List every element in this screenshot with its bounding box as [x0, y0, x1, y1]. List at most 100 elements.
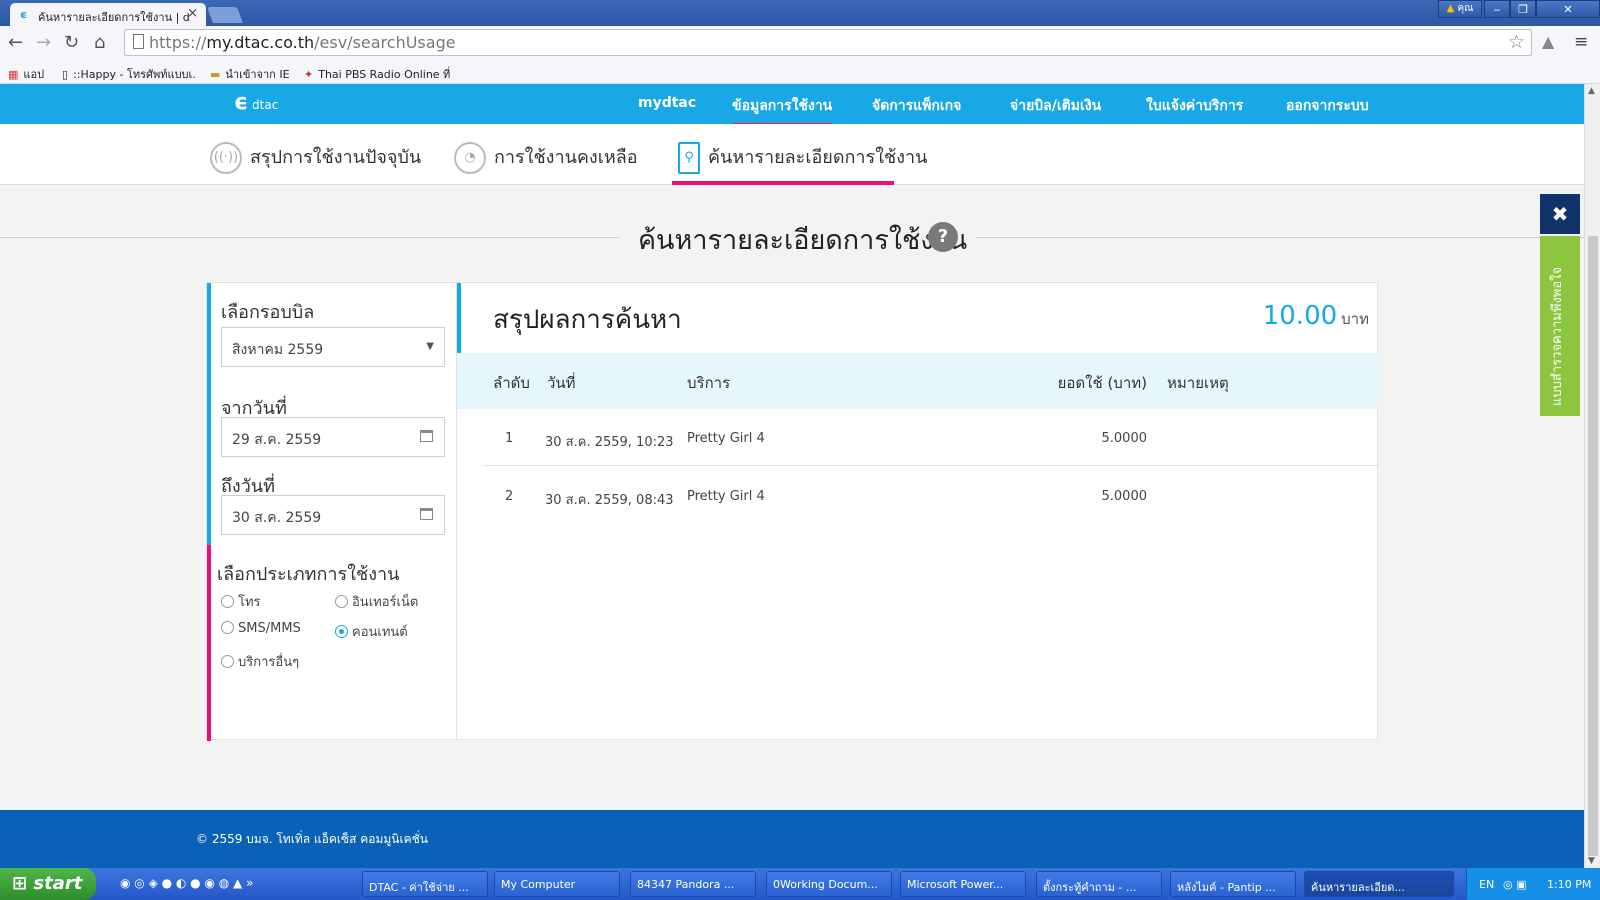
to-date-field[interactable]: 30 ส.ค. 2559	[221, 495, 445, 535]
taskbar-item[interactable]: ตั้งกระทู้คำถาม - ...	[1036, 871, 1162, 897]
nav-invoice[interactable]: ใบแจ้งค่าบริการ	[1146, 95, 1243, 117]
bill-cycle-select[interactable]: สิงหาคม 2559 ▼	[221, 327, 445, 367]
close-window-button[interactable]: ✕	[1536, 0, 1600, 18]
chrome-menu-icon[interactable]: ≡	[1574, 32, 1588, 52]
bookmark-star-icon[interactable]: ☆	[1508, 31, 1525, 53]
row-service: Pretty Girl 4	[687, 489, 765, 504]
taskbar-item[interactable]: หลังไมค์ - Pantip ...	[1170, 871, 1296, 897]
quick-launch: ◉ ◎ ◈ ● ◐ ● ◉ ◍ ▲ »	[120, 876, 253, 890]
warning-icon: ▲	[1446, 3, 1455, 14]
tray-icons[interactable]: ◎ ▣	[1503, 878, 1527, 891]
tab-remaining-usage[interactable]: ◔ การใช้งานคงเหลือ	[454, 136, 638, 185]
nav-logout[interactable]: ออกจากระบบ	[1286, 95, 1369, 117]
scroll-down-arrow-icon[interactable]: ▼	[1588, 856, 1595, 866]
chrome-user-button[interactable]: ▲ คุณ	[1438, 0, 1482, 18]
row-no: 1	[505, 431, 514, 446]
bookmark-ie-import[interactable]: ▬ นำเข้าจาก IE	[210, 65, 290, 83]
nav-pay-bill[interactable]: จ่ายบิล/เติมเงิน	[1010, 95, 1101, 117]
tab-search-usage-details[interactable]: ⚲ ค้นหารายละเอียดการใช้งาน	[672, 136, 927, 185]
tab-current-usage-summary[interactable]: ((·)) สรุปการใช้งานปัจจุบัน	[210, 136, 421, 185]
results-accent-blue	[457, 283, 461, 353]
radio-content[interactable]: คอนเทนต์	[335, 621, 408, 642]
search-results-panel: สรุปผลการค้นหา 10.00 บาท ลำดับ วันที่ บริ…	[457, 283, 1379, 741]
filter-panel: เลือกรอบบิล สิงหาคม 2559 ▼ จากวันที่ 29 …	[207, 283, 457, 741]
taskbar-item[interactable]: Microsoft Power...	[900, 871, 1026, 897]
total-currency: บาท	[1341, 310, 1369, 328]
url-text: https://my.dtac.co.th/esv/searchUsage	[149, 33, 456, 52]
radio-dot	[221, 655, 234, 668]
table-row: 2 30 ส.ค. 2559, 08:43 Pretty Girl 4 5.00…	[483, 467, 1379, 524]
page-header: ค้นหารายละเอียดการใช้งาน ?	[0, 214, 1584, 260]
quick-launch-icon[interactable]: ◉ ◎ ◈ ● ◐ ● ◉ ◍ ▲	[120, 876, 242, 890]
feedback-close-icon[interactable]: ✖	[1540, 194, 1580, 234]
filter-accent-blue	[207, 283, 211, 545]
bookmark-apps[interactable]: ▦ แอป	[8, 65, 44, 83]
bookmark-thaipbs[interactable]: ✦ Thai PBS Radio Online ที่	[304, 65, 450, 83]
nav-manage-package[interactable]: จัดการแพ็กเกจ	[872, 95, 961, 117]
nav-usage-info[interactable]: ข้อมูลการใช้งาน	[732, 95, 833, 126]
dtac-logo[interactable]: ϵ dtac	[234, 90, 278, 115]
taskbar-item[interactable]: 0Working Docum...	[766, 871, 892, 897]
site-top-nav: ϵ dtac mydtac ข้อมูลการใช้งาน จัดการแพ็ก…	[0, 84, 1584, 126]
browser-tab-title: ค้นหารายละเอียดการใช้งาน | d	[38, 11, 190, 24]
home-icon[interactable]: ⌂	[94, 32, 105, 53]
clock: 1:10 PM	[1547, 878, 1592, 891]
nav-mydtac[interactable]: mydtac	[638, 95, 696, 111]
radio-dot	[335, 595, 348, 608]
back-arrow-icon[interactable]: ←	[8, 32, 23, 53]
bookmark-happy[interactable]: ▯::Happy - โทรศัพท์แบบเ...	[62, 65, 196, 83]
tab-close-icon[interactable]: ×	[187, 6, 198, 21]
system-tray: EN ◎ ▣ 1:10 PM	[1466, 868, 1600, 900]
browser-tab-strip: ϵ ค้นหารายละเอียดการใช้งาน | d × ▲ คุณ ‒…	[0, 0, 1600, 26]
forward-arrow-icon[interactable]: →	[36, 32, 51, 53]
reload-icon[interactable]: ↻	[64, 32, 79, 53]
scroll-up-arrow-icon[interactable]: ▲	[1588, 86, 1595, 96]
scrollbar-thumb[interactable]	[1588, 236, 1598, 856]
taskbar-item[interactable]: DTAC - ค่าใช้จ่าย ...	[362, 871, 488, 897]
page-scrollbar[interactable]: ▲ ▼	[1584, 84, 1600, 868]
row-amount: 5.0000	[1101, 489, 1148, 504]
radio-call[interactable]: โทร	[221, 591, 261, 612]
minimize-button[interactable]: ‒	[1484, 0, 1510, 18]
taskbar-item[interactable]: 84347 Pandora ...	[630, 871, 756, 897]
col-service: บริการ	[687, 374, 731, 392]
radio-sms-mms[interactable]: SMS/MMS	[221, 621, 301, 636]
radio-icon: ✦	[304, 68, 314, 81]
folder-icon: ▬	[210, 68, 221, 81]
page-viewport: ϵ dtac mydtac ข้อมูลการใช้งาน จัดการแพ็ก…	[0, 84, 1584, 868]
radio-dot-selected	[335, 625, 348, 638]
bookmarks-bar: ▦ แอป ▯::Happy - โทรศัพท์แบบเ... ▬ นำเข้าจ…	[0, 60, 1600, 84]
taskbar-item[interactable]: My Computer	[494, 871, 620, 897]
from-date-field[interactable]: 29 ส.ค. 2559	[221, 417, 445, 457]
site-footer: © 2559 บมจ. โทเทิ่ล แอ็คเซ็ส คอมมูนิเคชั…	[0, 810, 1584, 868]
usage-sub-nav: ((·)) สรุปการใช้งานปัจจุบัน ◔ การใช้งานคงเ…	[0, 124, 1584, 185]
col-no: ลำดับ	[493, 374, 530, 392]
start-button[interactable]: ⊞ start	[0, 868, 96, 900]
page-icon: ▯	[62, 68, 69, 81]
feedback-survey-label: แบบสำรวจความพึงพอใจ	[1550, 266, 1565, 406]
help-icon[interactable]: ?	[928, 222, 958, 252]
total-amount: 10.00	[1262, 301, 1338, 331]
new-tab-button[interactable]	[207, 7, 243, 23]
quick-launch-more[interactable]: »	[246, 876, 253, 890]
apps-grid-icon: ▦	[8, 68, 19, 81]
calendar-icon[interactable]	[420, 430, 433, 442]
radio-other-services[interactable]: บริการอื่นๆ	[221, 651, 299, 672]
language-indicator[interactable]: EN	[1479, 878, 1494, 891]
calendar-icon[interactable]	[420, 508, 433, 520]
gauge-icon: ◔	[454, 142, 486, 174]
taskbar-item-active[interactable]: ค้นหารายละเอียด...	[1304, 871, 1454, 897]
feedback-survey-tab[interactable]: แบบสำรวจความพึงพอใจ	[1540, 236, 1580, 416]
dtac-logo-icon: ϵ	[234, 90, 249, 115]
radio-dot	[221, 621, 234, 634]
drive-extension-icon[interactable]: ▲	[1542, 32, 1554, 51]
browser-tab[interactable]: ϵ ค้นหารายละเอียดการใช้งาน | d ×	[10, 3, 206, 26]
row-date: 30 ส.ค. 2559, 08:43	[545, 493, 674, 508]
address-bar[interactable]: https://my.dtac.co.th/esv/searchUsage ☆	[124, 29, 1532, 56]
radio-internet[interactable]: อินเทอร์เน็ต	[335, 591, 418, 612]
col-date: วันที่	[547, 374, 576, 392]
bill-cycle-label: เลือกรอบบิล	[221, 302, 315, 323]
restore-button[interactable]: ❐	[1510, 0, 1536, 18]
document-search-icon: ⚲	[678, 142, 700, 174]
row-amount: 5.0000	[1101, 431, 1148, 446]
